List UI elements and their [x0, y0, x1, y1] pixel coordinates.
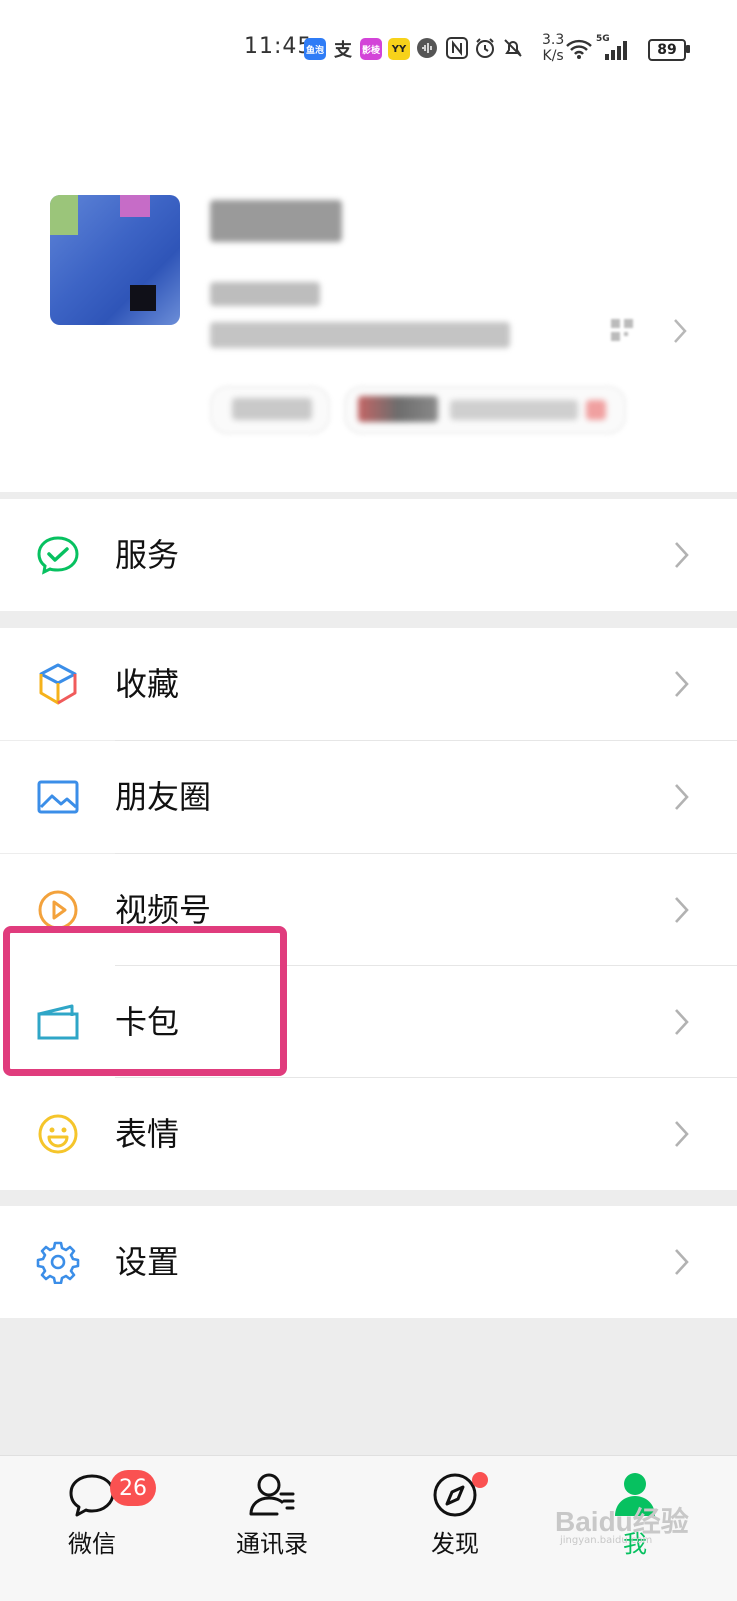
chevron-right-icon	[672, 537, 692, 573]
fish-app-icon: 鱼泡	[304, 38, 326, 60]
audio-icon	[416, 37, 438, 65]
tab-label: 发现	[431, 1530, 479, 1558]
friend-text-redacted	[450, 400, 578, 420]
avatar[interactable]	[50, 195, 180, 325]
service-label: 服务	[115, 536, 180, 574]
chevron-right-icon	[672, 666, 692, 702]
gear-icon	[36, 1240, 80, 1285]
chevron-right-icon	[672, 1004, 692, 1040]
favorites-icon	[36, 662, 80, 706]
unread-badge: 26	[110, 1470, 156, 1506]
menu-item-stickers[interactable]: 表情	[0, 1078, 737, 1190]
settings-label: 设置	[115, 1243, 180, 1281]
nfc-icon	[446, 37, 468, 65]
avatar-pixel	[50, 195, 78, 235]
watermark: Baidu经验	[555, 1506, 689, 1537]
menu-item-favorites[interactable]: 收藏	[0, 628, 737, 740]
menu-item-settings[interactable]: 设置	[0, 1206, 737, 1318]
friend-avatars-redacted	[358, 396, 438, 422]
avatar-pixel	[130, 285, 156, 311]
chevron-right-icon	[672, 892, 692, 928]
discover-red-dot	[472, 1472, 488, 1488]
chat-bubble-icon	[67, 1470, 117, 1520]
status-time: 11:45	[244, 34, 313, 59]
profile-subtitle-redacted	[210, 282, 320, 306]
battery-icon: 89	[648, 39, 686, 61]
moments-label: 朋友圈	[115, 778, 212, 816]
tab-label: 通讯录	[236, 1530, 308, 1558]
menu-item-service[interactable]: 服务	[0, 499, 737, 611]
service-icon	[36, 533, 80, 577]
yy-app-icon: YY	[388, 38, 410, 60]
wifi-icon	[566, 38, 592, 64]
tab-contacts[interactable]: 通讯录	[202, 1456, 342, 1601]
photo-app-icon: 影棱	[360, 38, 382, 60]
mute-bell-icon	[502, 37, 524, 65]
contacts-icon	[247, 1470, 297, 1520]
wechat-id-redacted	[210, 322, 510, 348]
qr-code-icon[interactable]	[610, 318, 634, 348]
chevron-right-icon	[672, 779, 692, 815]
tab-label: 微信	[68, 1530, 116, 1558]
profile-name-redacted	[210, 200, 342, 242]
avatar-pixel	[120, 195, 150, 217]
battery-tip	[686, 45, 690, 53]
alarm-icon	[474, 37, 496, 65]
status-text-redacted	[232, 398, 312, 420]
friend-dot-redacted	[586, 400, 606, 420]
tab-discover[interactable]: 发现	[385, 1456, 525, 1601]
network-speed: 3.3 K/s	[542, 32, 565, 64]
highlight-box	[3, 926, 287, 1076]
profile-chevron-icon[interactable]	[672, 318, 688, 348]
stickers-label: 表情	[115, 1115, 180, 1153]
chevron-right-icon	[672, 1244, 692, 1280]
favorites-label: 收藏	[115, 665, 180, 703]
watermark-url: jingyan.baidu.com	[560, 1535, 653, 1546]
signal-icon	[604, 40, 630, 64]
alipay-icon: 支	[332, 38, 354, 61]
stickers-icon	[36, 1112, 80, 1156]
moments-icon	[36, 775, 80, 819]
chevron-right-icon	[672, 1116, 692, 1152]
menu-item-moments[interactable]: 朋友圈	[0, 741, 737, 853]
